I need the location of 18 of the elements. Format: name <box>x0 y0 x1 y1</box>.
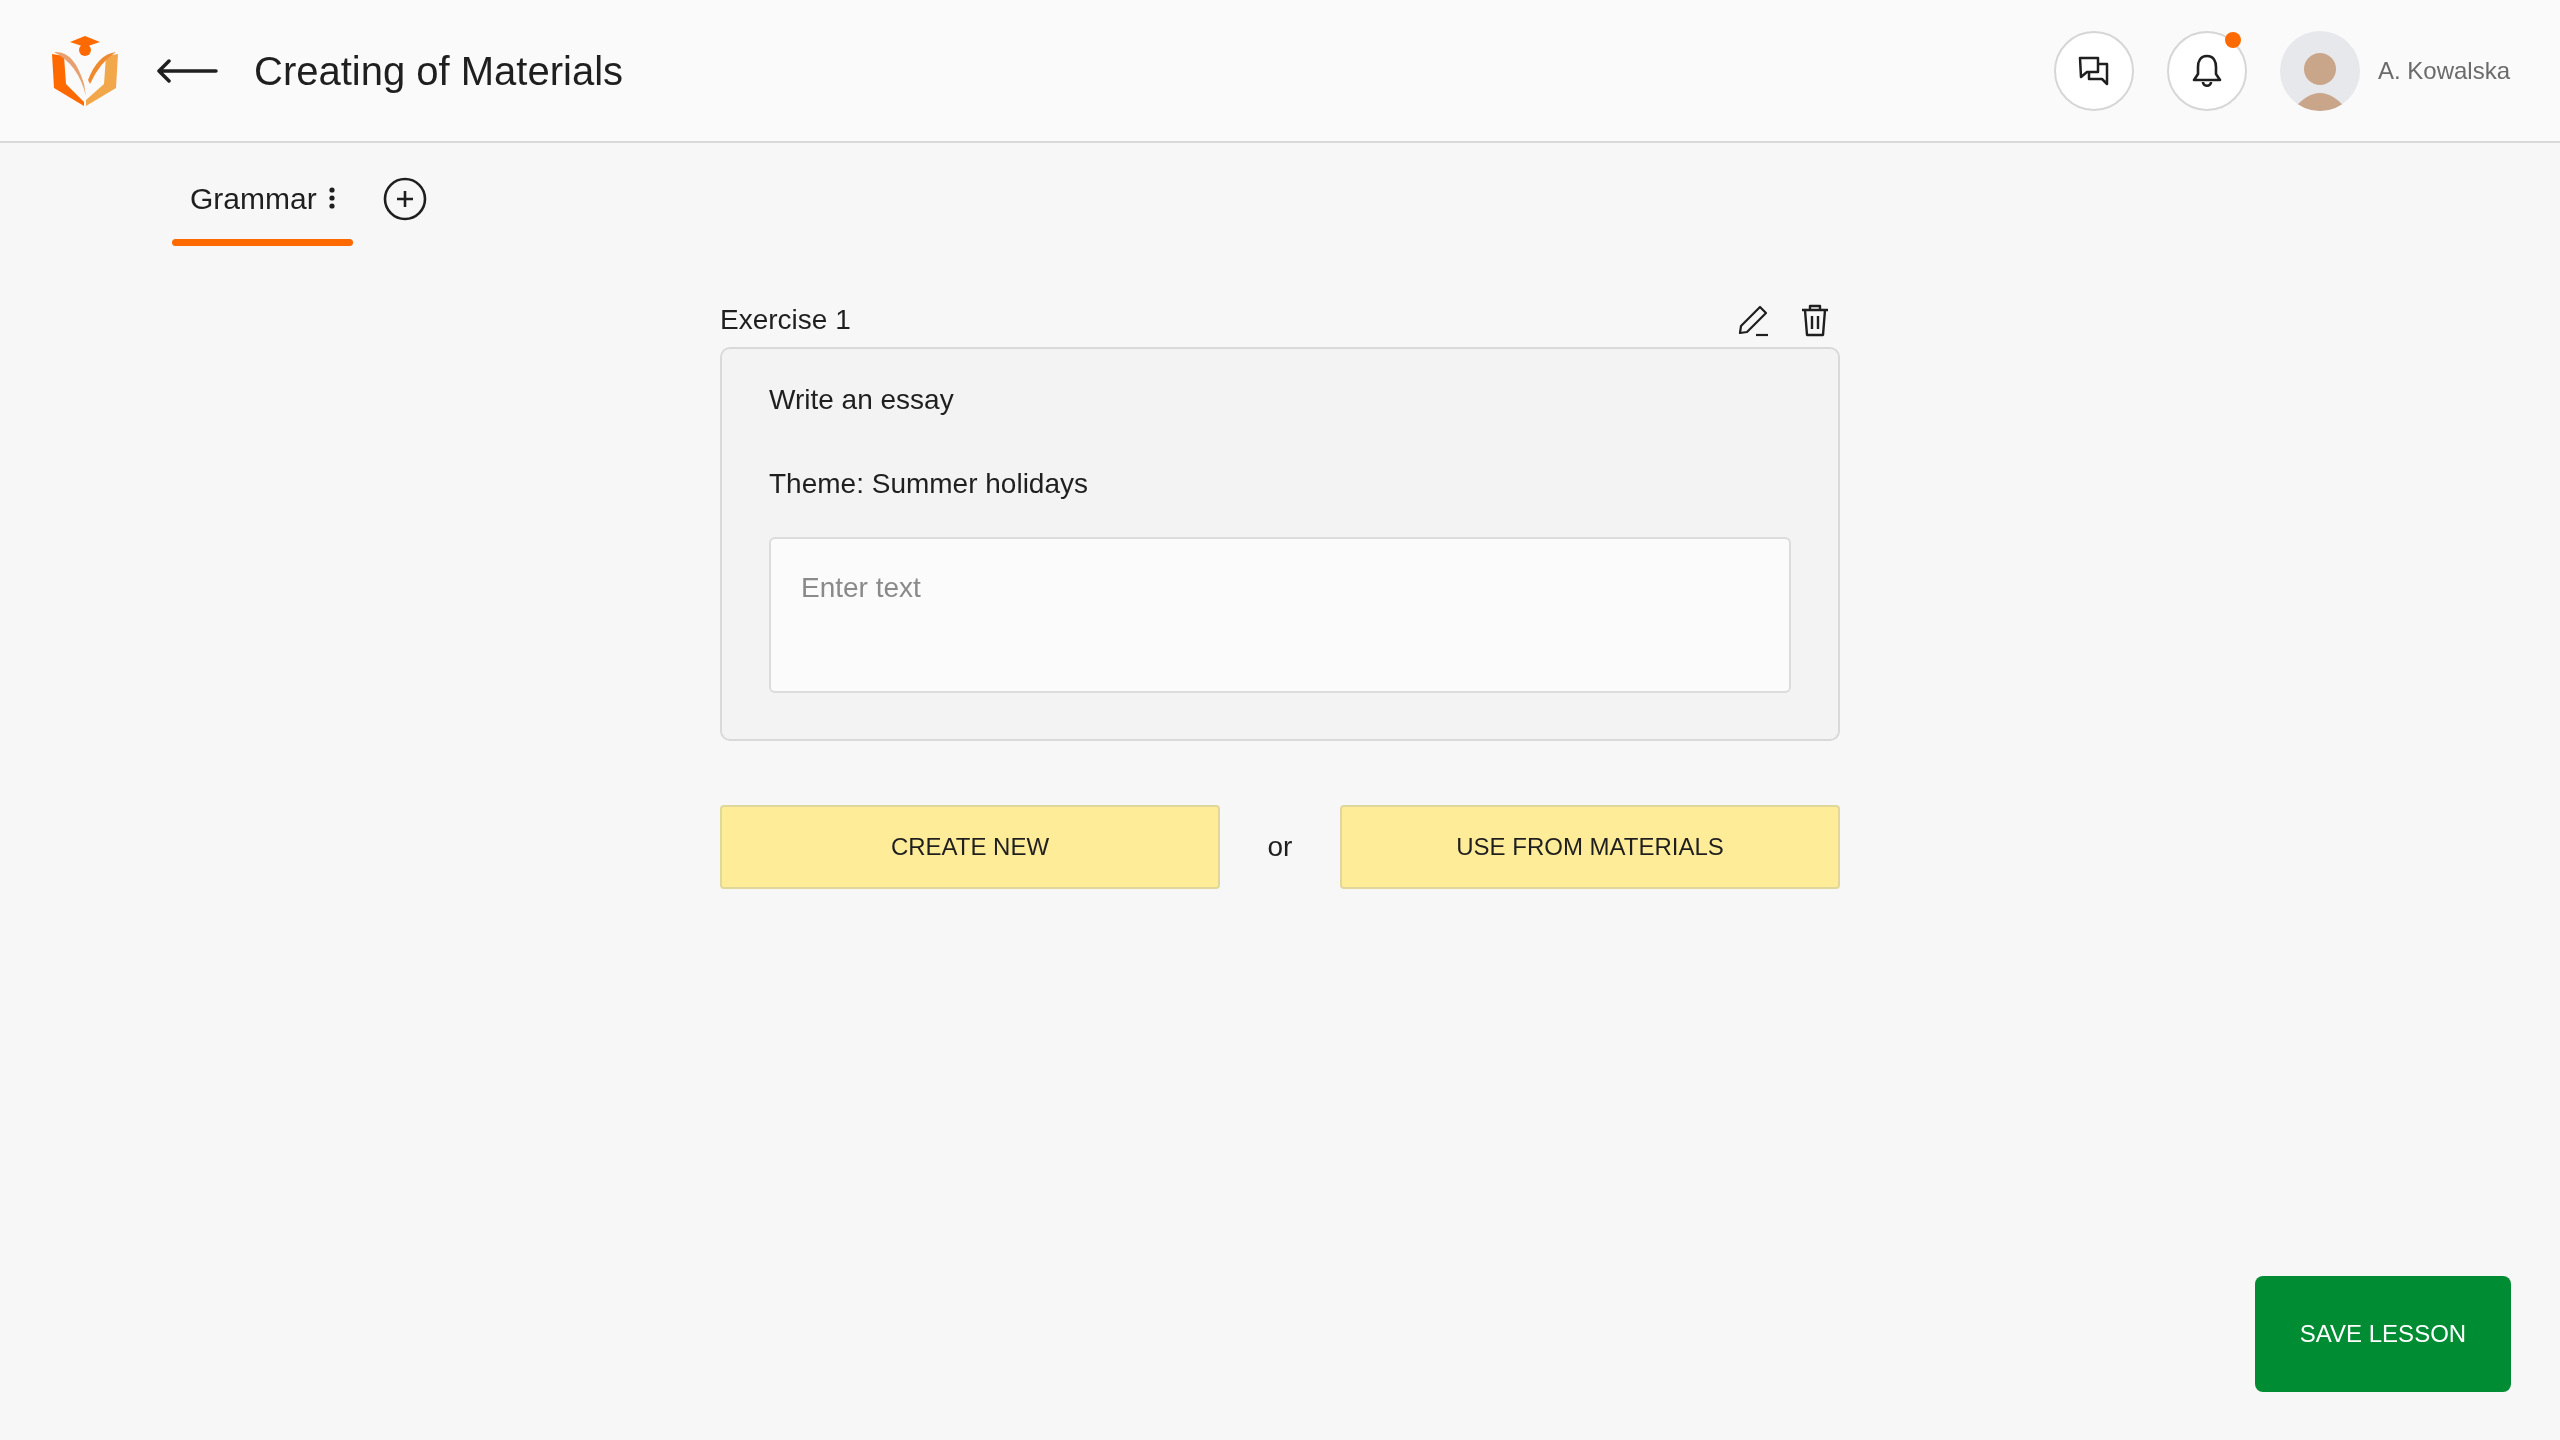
more-options-icon[interactable] <box>328 187 335 209</box>
save-lesson-button[interactable]: SAVE LESSON <box>2255 1276 2511 1392</box>
trash-icon[interactable] <box>1800 303 1830 337</box>
logo-icon[interactable] <box>50 33 120 108</box>
task-title: Write an essay <box>769 383 955 417</box>
add-tab-icon[interactable] <box>382 177 427 221</box>
user-name[interactable]: A. Kowalska <box>2377 52 2510 89</box>
answer-field[interactable]: Enter text <box>769 537 1791 693</box>
theme-text: Theme: Summer holidays <box>769 467 1089 501</box>
bell-icon <box>2190 53 2223 88</box>
page-title: Creating of Materials <box>254 47 624 95</box>
or-text: or <box>1266 830 1294 864</box>
use-from-materials-button[interactable]: USE FROM MATERIALS <box>1340 805 1840 889</box>
chat-icon <box>2077 54 2110 87</box>
exercise-title: Exercise 1 <box>720 303 851 337</box>
create-new-button[interactable]: CREATE NEW <box>720 805 1220 889</box>
edit-icon[interactable] <box>1736 303 1770 337</box>
tab[interactable]: Grammar <box>190 175 317 221</box>
